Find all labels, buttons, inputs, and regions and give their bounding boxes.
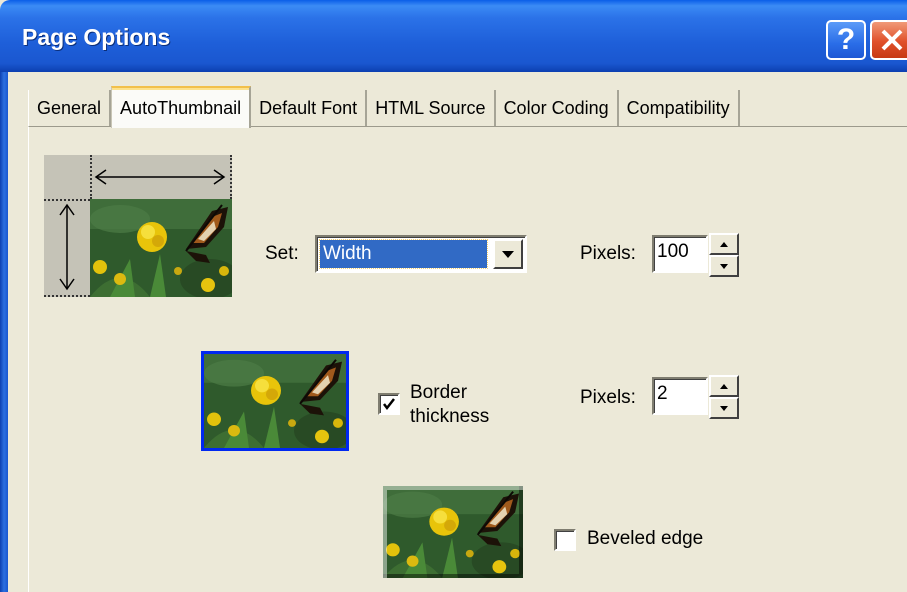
size-preview-thumbnail (90, 199, 232, 297)
size-pixels-label: Pixels: (580, 243, 636, 264)
border-thickness-checkbox[interactable] (378, 393, 400, 415)
set-dimension-value: Width (319, 239, 488, 269)
border-pixels-stepper (709, 375, 739, 419)
border-pixels-input[interactable]: 2 (652, 377, 708, 415)
help-icon: ? (836, 23, 856, 56)
bevel-preview-thumbnail (383, 486, 523, 578)
size-pixels-down-button[interactable] (709, 255, 739, 277)
tab-html-source[interactable]: HTML Source (367, 90, 496, 126)
border-pixels-label: Pixels: (580, 387, 636, 408)
close-button[interactable] (870, 20, 907, 60)
height-arrow-icon (59, 203, 75, 291)
window-frame (0, 72, 8, 592)
checkmark-icon (383, 398, 395, 411)
tab-color-coding[interactable]: Color Coding (495, 90, 619, 126)
window-title: Page Options (22, 24, 171, 50)
help-button[interactable]: ? (826, 20, 866, 60)
arrow-down-icon (720, 263, 728, 269)
border-pixels-up-button[interactable] (709, 375, 739, 397)
border-thickness-label-line2: thickness (410, 406, 490, 427)
border-pixels-down-button[interactable] (709, 397, 739, 419)
beveled-edge-checkbox[interactable] (554, 529, 576, 551)
tab-autothumbnail[interactable]: AutoThumbnail (111, 86, 252, 128)
border-preview-thumbnail (201, 351, 349, 451)
arrow-up-icon (720, 241, 728, 247)
tab-strip: General AutoThumbnail Default Font HTML … (28, 86, 740, 128)
dotted-guide (44, 295, 90, 297)
size-pixels-input[interactable]: 100 (652, 235, 708, 273)
beveled-edge-label: Beveled edge (587, 528, 704, 549)
close-icon (881, 29, 903, 51)
width-arrow-icon (94, 169, 226, 185)
set-dimension-select[interactable]: Width (315, 235, 527, 273)
tab-compatibility[interactable]: Compatibility (618, 90, 740, 126)
set-label: Set: (265, 243, 299, 264)
title-bar[interactable]: Page Options ? (0, 0, 907, 72)
dropdown-button[interactable] (493, 239, 523, 269)
page-options-dialog: Page Options ? General AutoThumbnail Def… (0, 0, 907, 592)
chevron-down-icon (502, 251, 514, 258)
size-pixels-up-button[interactable] (709, 233, 739, 255)
border-thickness-label-line1: Border (410, 382, 468, 403)
arrow-down-icon (720, 405, 728, 411)
arrow-up-icon (720, 383, 728, 389)
tab-general[interactable]: General (28, 90, 112, 126)
size-pixels-stepper (709, 233, 739, 277)
tab-default-font[interactable]: Default Font (251, 90, 368, 126)
dotted-guide (230, 155, 232, 199)
